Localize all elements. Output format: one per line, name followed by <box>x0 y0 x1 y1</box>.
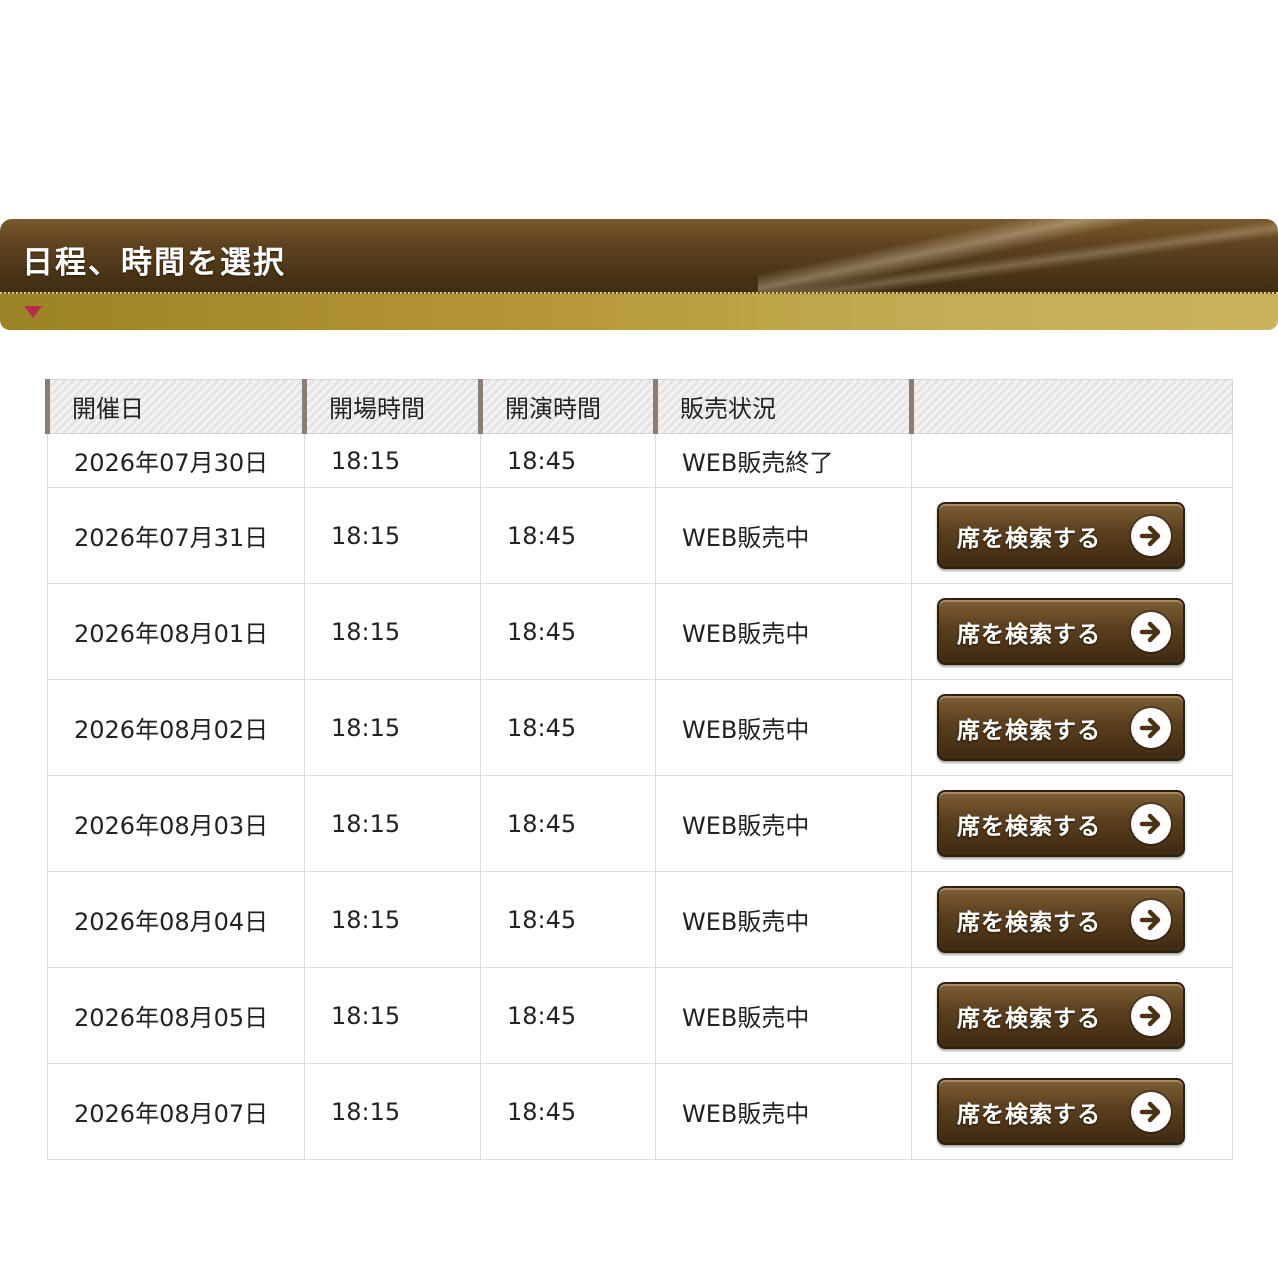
arrow-right-circle-icon <box>1131 611 1171 652</box>
table-row: 2026年08月03日 18:15 18:45 WEB販売中 席を検索する <box>47 775 1233 872</box>
cell-sales-status: WEB販売中 <box>655 775 912 872</box>
cell-doors-open: 18:15 <box>304 433 481 488</box>
cell-start-time: 18:45 <box>480 1063 656 1160</box>
cell-sales-status: WEB販売終了 <box>655 433 912 488</box>
search-seats-button-label: 席を検索する <box>957 1005 1101 1032</box>
table-row: 2026年07月31日 18:15 18:45 WEB販売中 席を検索する <box>47 487 1233 584</box>
cell-start-time: 18:45 <box>480 679 656 776</box>
cell-start-time: 18:45 <box>480 871 656 968</box>
table-row: 2026年07月30日 18:15 18:45 WEB販売終了 <box>47 433 1233 488</box>
column-header-action <box>909 379 1233 434</box>
table-row: 2026年08月07日 18:15 18:45 WEB販売中 席を検索する <box>47 1063 1233 1160</box>
table-row: 2026年08月05日 18:15 18:45 WEB販売中 席を検索する <box>47 967 1233 1064</box>
search-seats-button[interactable]: 席を検索する <box>937 598 1185 665</box>
arrow-right-circle-icon <box>1131 1091 1171 1132</box>
search-seats-button-label: 席を検索する <box>957 525 1101 552</box>
cell-sales-status: WEB販売中 <box>655 967 912 1064</box>
search-seats-button[interactable]: 席を検索する <box>937 1078 1185 1145</box>
search-seats-button-label: 席を検索する <box>957 813 1101 840</box>
column-header-start-time: 開演時間 <box>478 379 656 434</box>
cell-sales-status: WEB販売中 <box>655 871 912 968</box>
cell-doors-open: 18:15 <box>304 775 481 872</box>
search-seats-button[interactable]: 席を検索する <box>937 790 1185 857</box>
cell-action: 席を検索する <box>911 967 1233 1064</box>
cell-start-time: 18:45 <box>480 583 656 680</box>
cell-doors-open: 18:15 <box>304 679 481 776</box>
cell-start-time: 18:45 <box>480 433 656 488</box>
banner-subbar <box>0 294 1278 330</box>
search-seats-button[interactable]: 席を検索する <box>937 982 1185 1049</box>
cell-date: 2026年08月01日 <box>47 583 305 680</box>
cell-date: 2026年08月04日 <box>47 871 305 968</box>
cell-date: 2026年08月03日 <box>47 775 305 872</box>
column-header-sales-status: 販売状況 <box>653 379 912 434</box>
search-seats-button[interactable]: 席を検索する <box>937 886 1185 953</box>
cell-date: 2026年08月05日 <box>47 967 305 1064</box>
search-seats-button-label: 席を検索する <box>957 1101 1101 1128</box>
column-header-doors-open: 開場時間 <box>302 379 481 434</box>
search-seats-button[interactable]: 席を検索する <box>937 502 1185 569</box>
arrow-right-circle-icon <box>1131 803 1171 844</box>
cell-doors-open: 18:15 <box>304 967 481 1064</box>
cell-start-time: 18:45 <box>480 487 656 584</box>
table-header-row: 開催日 開場時間 開演時間 販売状況 <box>45 379 1233 434</box>
cell-date: 2026年07月30日 <box>47 433 305 488</box>
column-header-date: 開催日 <box>45 379 305 434</box>
cell-action: 席を検索する <box>911 679 1233 776</box>
cell-start-time: 18:45 <box>480 967 656 1064</box>
section-title: 日程、時間を選択 <box>22 245 286 281</box>
cell-doors-open: 18:15 <box>304 1063 481 1160</box>
search-seats-button[interactable]: 席を検索する <box>937 694 1185 761</box>
cell-doors-open: 18:15 <box>304 487 481 584</box>
table-row: 2026年08月04日 18:15 18:45 WEB販売中 席を検索する <box>47 871 1233 968</box>
table-row: 2026年08月01日 18:15 18:45 WEB販売中 席を検索する <box>47 583 1233 680</box>
cell-date: 2026年07月31日 <box>47 487 305 584</box>
search-seats-button-label: 席を検索する <box>957 909 1101 936</box>
arrow-right-circle-icon <box>1131 515 1171 556</box>
cell-action: 席を検索する <box>911 487 1233 584</box>
cell-sales-status: WEB販売中 <box>655 583 912 680</box>
search-seats-button-label: 席を検索する <box>957 717 1101 744</box>
triangle-down-icon <box>24 306 42 318</box>
search-seats-button-label: 席を検索する <box>957 621 1101 648</box>
cell-sales-status: WEB販売中 <box>655 1063 912 1160</box>
cell-doors-open: 18:15 <box>304 583 481 680</box>
cell-sales-status: WEB販売中 <box>655 679 912 776</box>
cell-sales-status: WEB販売中 <box>655 487 912 584</box>
arrow-right-circle-icon <box>1131 899 1171 940</box>
cell-date: 2026年08月07日 <box>47 1063 305 1160</box>
cell-action: 席を検索する <box>911 583 1233 680</box>
cell-start-time: 18:45 <box>480 775 656 872</box>
cell-doors-open: 18:15 <box>304 871 481 968</box>
arrow-right-circle-icon <box>1131 995 1171 1036</box>
cell-action: 席を検索する <box>911 871 1233 968</box>
cell-action: 席を検索する <box>911 775 1233 872</box>
cell-action: 席を検索する <box>911 1063 1233 1160</box>
cell-date: 2026年08月02日 <box>47 679 305 776</box>
table-row: 2026年08月02日 18:15 18:45 WEB販売中 席を検索する <box>47 679 1233 776</box>
schedule-table: 開催日 開場時間 開演時間 販売状況 2026年07月30日 18:15 18:… <box>45 379 1233 1160</box>
cell-action-empty <box>911 433 1233 488</box>
section-banner: 日程、時間を選択 <box>0 219 1278 330</box>
arrow-right-circle-icon <box>1131 707 1171 748</box>
